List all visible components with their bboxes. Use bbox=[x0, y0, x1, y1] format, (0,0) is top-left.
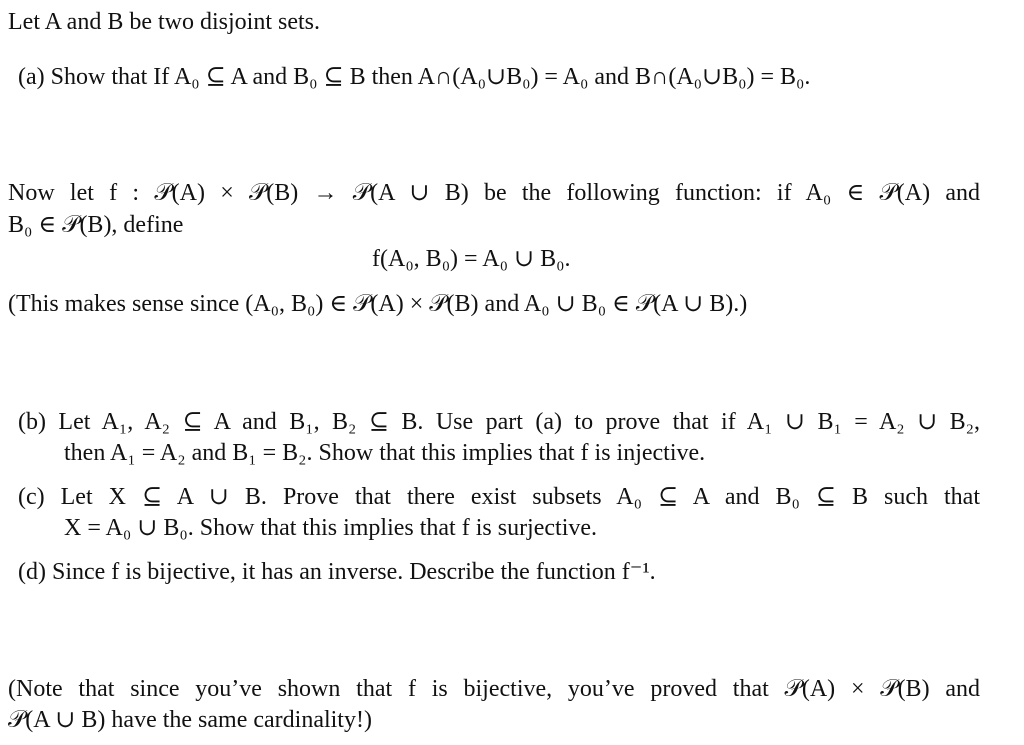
note-line-1: (Note that since you’ve shown that f is … bbox=[8, 676, 980, 702]
definition-formula: f(A₀, B₀) = A₀ ∪ B₀. bbox=[372, 246, 571, 272]
part-c-line-2: X = A₀ ∪ B₀. Show that this implies that… bbox=[64, 515, 598, 541]
part-a-text: (a) Show that If A₀ ⊆ A and B₀ ⊆ B then … bbox=[18, 64, 811, 90]
note-line-2: 𝒫(A ∪ B) have the same cardinality!) bbox=[8, 707, 372, 733]
part-b-line-2: then A₁ = A₂ and B₁ = B₂. Show that this… bbox=[64, 440, 706, 466]
definition-remark: (This makes sense since (A₀, B₀) ∈ 𝒫(A) … bbox=[8, 291, 748, 317]
part-d-text: (d) Since f is bijective, it has an inve… bbox=[18, 559, 656, 585]
part-c-line-1: (c) Let X ⊆ A ∪ B. Prove that there exis… bbox=[18, 484, 980, 510]
intro-text: Let A and B be two disjoint sets. bbox=[8, 9, 320, 35]
definition-line-1: Now let f : 𝒫(A) × 𝒫(B) → 𝒫(A ∪ B) be th… bbox=[8, 180, 980, 206]
part-b-line-1: (b) Let A₁, A₂ ⊆ A and B₁, B₂ ⊆ B. Use p… bbox=[18, 409, 980, 435]
definition-line-2: B₀ ∈ 𝒫(B), define bbox=[8, 212, 184, 238]
